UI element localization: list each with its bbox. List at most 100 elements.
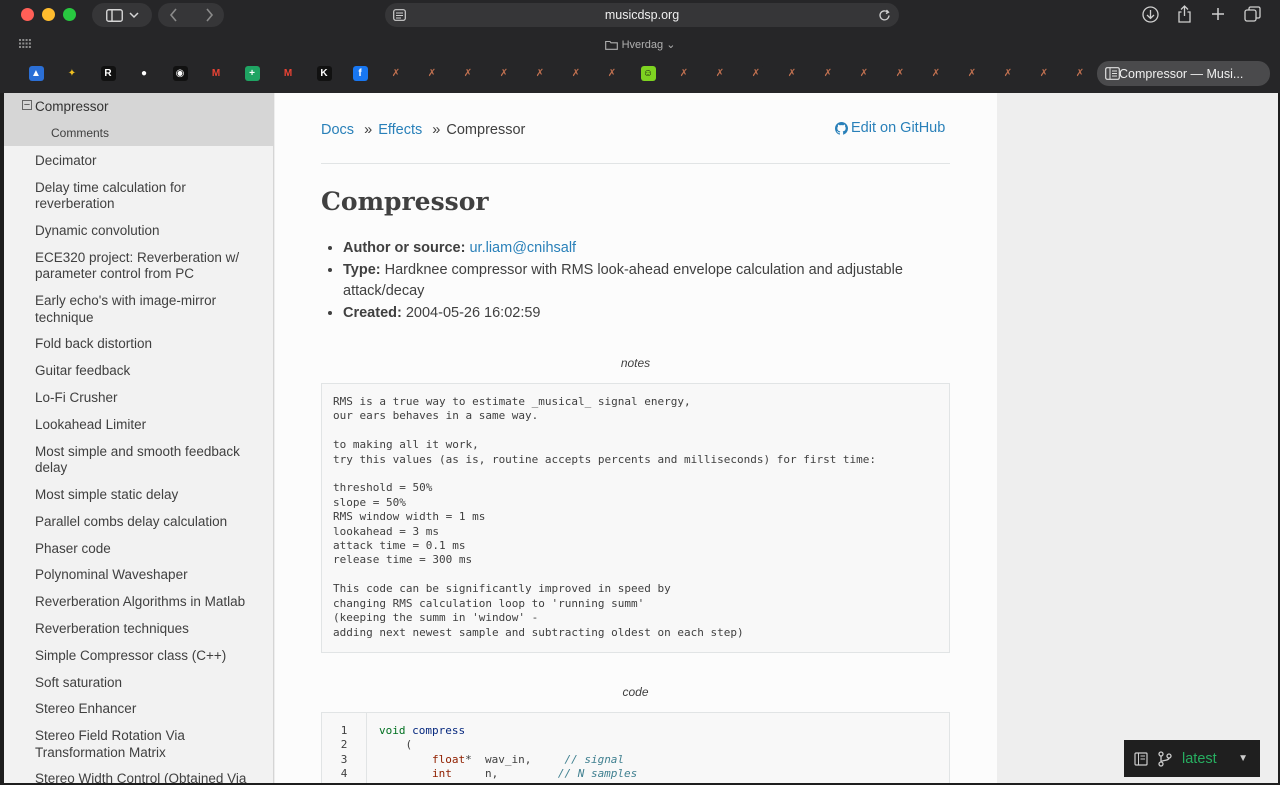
sidebar-item[interactable]: Fold back distortion [4, 336, 273, 353]
pinned-tab[interactable]: ✗ [666, 61, 702, 85]
active-tab[interactable]: Compressor — Musi... [1097, 61, 1270, 86]
edit-on-github-link[interactable]: Edit on GitHub [835, 120, 945, 136]
x-icon: ✗ [748, 65, 764, 81]
pinned-tab[interactable]: M [198, 61, 234, 85]
smiley-icon: ☺ [640, 65, 656, 81]
sidebar-item[interactable]: Stereo Field Rotation Via Transformation… [4, 728, 273, 761]
new-tab-button[interactable] [1208, 4, 1228, 24]
pinned-tab[interactable]: ✗ [702, 61, 738, 85]
pinned-tab[interactable]: ✗ [990, 61, 1026, 85]
pinned-tab[interactable]: ✗ [774, 61, 810, 85]
sidebar-item-label: Compressor [35, 99, 109, 114]
sidebar-item[interactable]: Polynominal Waveshaper [4, 567, 273, 584]
k-icon: K [316, 65, 332, 81]
sidebar-item[interactable]: Reverberation techniques [4, 621, 273, 638]
tab-group-selector[interactable]: Hverdag ⌄ [0, 38, 1280, 51]
code-token: ( [379, 738, 413, 752]
zoom-window-button[interactable] [63, 8, 76, 21]
plus-icon [1212, 8, 1224, 20]
share-icon [1177, 5, 1191, 23]
pinned-tab[interactable]: ✗ [1026, 61, 1062, 85]
sidebar-item[interactable]: Lo-Fi Crusher [4, 390, 273, 407]
sidebar-item[interactable]: Most simple and smooth feedback delay [4, 444, 273, 477]
pinned-tab[interactable]: ✗ [378, 61, 414, 85]
sidebar-item-compressor[interactable]: − Compressor [4, 93, 273, 116]
versions-selector[interactable]: latest ▼ [1124, 740, 1260, 777]
pinned-tab[interactable]: ✗ [954, 61, 990, 85]
pinned-tab[interactable]: ▲ [18, 61, 54, 85]
pinned-tab[interactable]: f [342, 61, 378, 85]
breadcrumb-effects-link[interactable]: Effects [378, 122, 422, 138]
sidebar-item[interactable]: Guitar feedback [4, 363, 273, 380]
code-token: * wav_in, [465, 752, 565, 766]
pinned-tab[interactable]: ✗ [594, 61, 630, 85]
author-link[interactable]: ur.liam@cnihsalf [469, 240, 576, 256]
reader-icon[interactable] [393, 9, 406, 21]
sidebar-item[interactable]: Lookahead Limiter [4, 417, 273, 434]
sidebar-item[interactable]: Soft saturation [4, 675, 273, 692]
pinned-tab[interactable]: ☺ [630, 61, 666, 85]
sidebar-item-comments[interactable]: Comments [4, 116, 273, 142]
line-numbers: 1234 [322, 713, 367, 783]
pinned-tab[interactable]: ● [126, 61, 162, 85]
pinned-tab[interactable]: ✗ [414, 61, 450, 85]
sidebar-item[interactable]: ECE320 project: Reverberation w/ paramet… [4, 250, 273, 283]
pinned-tab[interactable]: ✗ [810, 61, 846, 85]
pinned-tab[interactable]: ✗ [738, 61, 774, 85]
sidebar-item[interactable]: Simple Compressor class (C++) [4, 648, 273, 665]
sidebar-item[interactable]: Early echo's with image-mirror technique [4, 293, 273, 326]
reload-icon[interactable] [878, 9, 891, 22]
code-token: // N samples [557, 767, 638, 781]
pinned-tab[interactable]: R [90, 61, 126, 85]
sidebar-item[interactable]: Dynamic convolution [4, 223, 273, 240]
pinned-tab[interactable]: M [270, 61, 306, 85]
code-text: void compress ( float* wav_in, // signal… [367, 713, 649, 783]
sidebar-item[interactable]: Delay time calculation for reverberation [4, 180, 273, 213]
collapse-icon[interactable]: − [22, 99, 32, 110]
pinned-tab[interactable]: ◉ [162, 61, 198, 85]
chevron-down-icon: ⌄ [663, 39, 676, 51]
pinned-tab[interactable]: + [234, 61, 270, 85]
pinned-tab[interactable]: ✗ [558, 61, 594, 85]
breadcrumb-docs-link[interactable]: Docs [321, 122, 354, 138]
docs-sidebar: − Compressor Comments Decimator Delay tim… [4, 93, 274, 783]
sidebar-item[interactable]: Stereo Width Control (Obtained Via [4, 771, 273, 783]
meta-type: Type: Hardknee compressor with RMS look-… [343, 260, 923, 303]
x-icon: ✗ [604, 65, 620, 81]
minimize-window-button[interactable] [42, 8, 55, 21]
pinned-tab[interactable]: K [306, 61, 342, 85]
x-icon: ✗ [892, 65, 908, 81]
pinned-tab[interactable]: ✗ [846, 61, 882, 85]
edit-on-github-label: Edit on GitHub [851, 120, 946, 136]
close-window-button[interactable] [21, 8, 34, 21]
pinned-tab[interactable]: ✗ [450, 61, 486, 85]
forward-icon[interactable] [205, 8, 214, 22]
web-page: − Compressor Comments Decimator Delay tim… [4, 93, 1278, 783]
sidebar-toggle-button[interactable] [92, 3, 152, 27]
share-button[interactable] [1174, 4, 1194, 24]
downloads-button[interactable] [1140, 4, 1160, 24]
sidebar-item[interactable]: Stereo Enhancer [4, 701, 273, 718]
pinned-tab[interactable]: ✗ [1062, 61, 1098, 85]
back-icon[interactable] [169, 8, 178, 22]
pinned-tab[interactable]: ✗ [522, 61, 558, 85]
pinned-tab[interactable]: ✗ [486, 61, 522, 85]
address-bar[interactable]: musicdsp.org [385, 3, 899, 27]
code-caption: code [622, 685, 649, 699]
pinned-tab[interactable]: ✗ [918, 61, 954, 85]
sidebar-item[interactable]: Phaser code [4, 541, 273, 558]
pinned-tab[interactable]: ✦ [54, 61, 90, 85]
tab-overview-button[interactable] [1242, 4, 1262, 24]
sidebar-item[interactable]: Reverberation Algorithms in Matlab [4, 594, 273, 611]
x-icon: ✗ [712, 65, 728, 81]
sidebar-item[interactable]: Most simple static delay [4, 487, 273, 504]
line-number: 1 [340, 724, 348, 737]
pinned-tab[interactable]: ✗ [882, 61, 918, 85]
sidebar-item[interactable]: Decimator [4, 153, 273, 170]
x-icon: ✗ [496, 65, 512, 81]
page-margin [997, 93, 1278, 783]
breadcrumb-separator: » [432, 122, 441, 138]
sidebar-item[interactable]: Parallel combs delay calculation [4, 514, 273, 531]
code-token: compress [412, 724, 466, 737]
line-number: 3 [340, 752, 348, 766]
